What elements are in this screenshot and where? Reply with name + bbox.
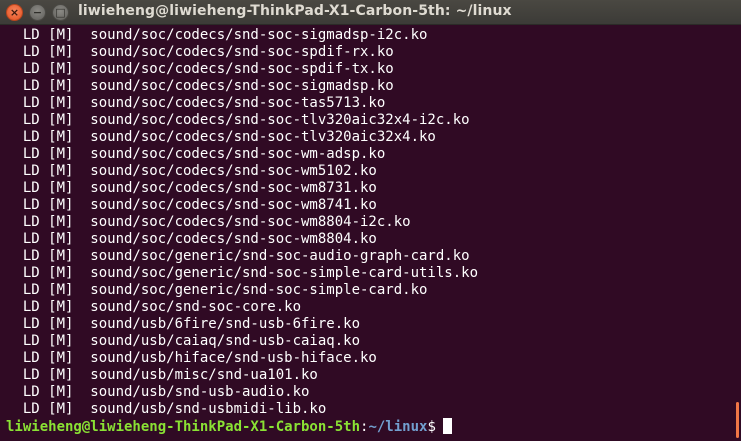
output-line: LD [M] sound/soc/generic/snd-soc-audio-g… [6,248,470,264]
output-line: LD [M] sound/soc/codecs/snd-soc-tas5713.… [6,95,386,111]
output-line: LD [M] sound/soc/codecs/snd-soc-wm-adsp.… [6,146,386,162]
output-line: LD [M] sound/soc/codecs/snd-soc-sigmadsp… [6,78,394,94]
terminal-output[interactable]: LD [M] sound/soc/codecs/snd-soc-sigmadsp… [0,25,733,441]
close-icon: × [9,6,20,19]
terminal-window: × − □ liwieheng@liwieheng-ThinkPad-X1-Ca… [0,0,741,441]
prompt-symbol: $ [427,419,436,435]
output-line: LD [M] sound/usb/6fire/snd-usb-6fire.ko [6,316,361,332]
output-line: LD [M] sound/usb/snd-usb-audio.ko [6,384,310,400]
maximize-button[interactable]: □ [52,4,69,21]
window-title: liwieheng@liwieheng-ThinkPad-X1-Carbon-5… [78,3,512,19]
output-line: LD [M] sound/soc/codecs/snd-soc-tlv320ai… [6,112,470,128]
scrollbar-thumb[interactable] [736,402,739,438]
prompt-path: ~/linux [368,419,428,435]
minimize-icon: − [32,6,43,19]
output-line: LD [M] sound/soc/snd-soc-core.ko [6,299,302,315]
close-button[interactable]: × [6,4,23,21]
prompt-line[interactable]: liwieheng@liwieheng-ThinkPad-X1-Carbon-5… [6,418,452,435]
title-bar[interactable]: × − □ liwieheng@liwieheng-ThinkPad-X1-Ca… [0,0,741,25]
output-line: LD [M] sound/soc/codecs/snd-soc-spdif-rx… [6,44,394,60]
output-line: LD [M] sound/usb/misc/snd-ua101.ko [6,367,318,383]
output-line: LD [M] sound/usb/hiface/snd-usb-hiface.k… [6,350,377,366]
output-line: LD [M] sound/soc/codecs/snd-soc-spdif-tx… [6,61,394,77]
output-line: LD [M] sound/soc/generic/snd-soc-simple-… [6,282,428,298]
output-line: LD [M] sound/soc/generic/snd-soc-simple-… [6,265,479,281]
prompt-user-host: liwieheng@liwieheng-ThinkPad-X1-Carbon-5… [6,419,361,435]
output-line: LD [M] sound/soc/codecs/snd-soc-wm8804-i… [6,214,411,230]
text-cursor [442,418,452,434]
output-line: LD [M] sound/usb/snd-usbmidi-lib.ko [6,401,327,417]
maximize-icon: □ [55,6,66,19]
output-line: LD [M] sound/soc/codecs/snd-soc-sigmadsp… [6,27,428,43]
output-line: LD [M] sound/soc/codecs/snd-soc-wm8804.k… [6,231,377,247]
output-line: LD [M] sound/soc/codecs/snd-soc-wm5102.k… [6,163,377,179]
scrollbar[interactable] [733,25,741,441]
output-line: LD [M] sound/usb/caiaq/snd-usb-caiaq.ko [6,333,361,349]
minimize-button[interactable]: − [29,4,46,21]
output-line: LD [M] sound/soc/codecs/snd-soc-wm8731.k… [6,180,377,196]
output-line: LD [M] sound/soc/codecs/snd-soc-wm8741.k… [6,197,377,213]
output-line: LD [M] sound/soc/codecs/snd-soc-tlv320ai… [6,129,436,145]
